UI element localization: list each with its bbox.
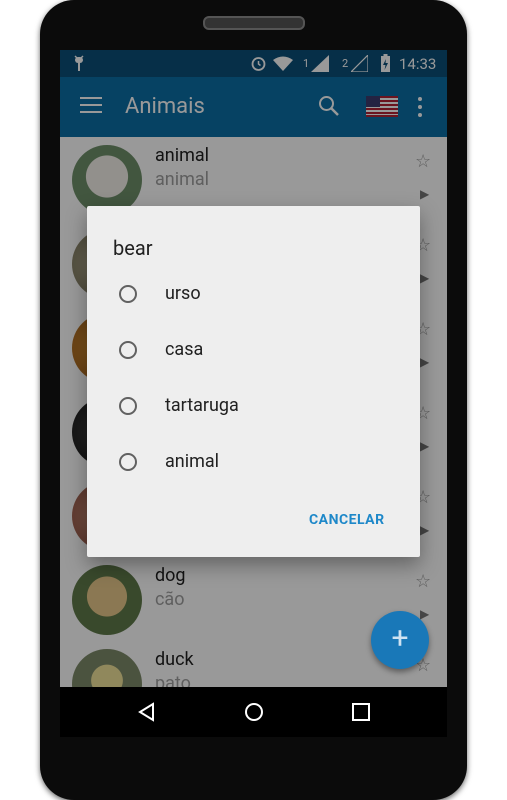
- radio-icon[interactable]: [119, 453, 137, 471]
- radio-icon[interactable]: [119, 285, 137, 303]
- recents-icon[interactable]: [352, 703, 370, 721]
- option-label: casa: [165, 339, 204, 360]
- home-icon[interactable]: [244, 702, 264, 722]
- option-animal[interactable]: animal: [87, 440, 420, 488]
- plus-icon: +: [391, 621, 409, 656]
- option-label: tartaruga: [165, 395, 239, 416]
- add-fab-button[interactable]: +: [371, 611, 429, 669]
- dialog-title: bear: [113, 236, 153, 260]
- cancel-button[interactable]: CANCELAR: [309, 512, 385, 528]
- option-tartaruga[interactable]: tartaruga: [87, 384, 420, 432]
- radio-icon[interactable]: [119, 341, 137, 359]
- back-icon[interactable]: [137, 702, 155, 722]
- option-urso[interactable]: urso: [87, 272, 420, 320]
- navigation-bar: [60, 687, 447, 737]
- option-label: urso: [165, 283, 201, 304]
- radio-icon[interactable]: [119, 397, 137, 415]
- option-label: animal: [165, 451, 220, 472]
- option-casa[interactable]: casa: [87, 328, 420, 376]
- choice-dialog: bear urso casa tartaruga animal CANCELAR: [87, 206, 420, 557]
- screen: 1 2 14:33 Animais animal animal ☆ ▶ ☆ ▶ …: [60, 50, 447, 687]
- phone-speaker: [203, 16, 305, 30]
